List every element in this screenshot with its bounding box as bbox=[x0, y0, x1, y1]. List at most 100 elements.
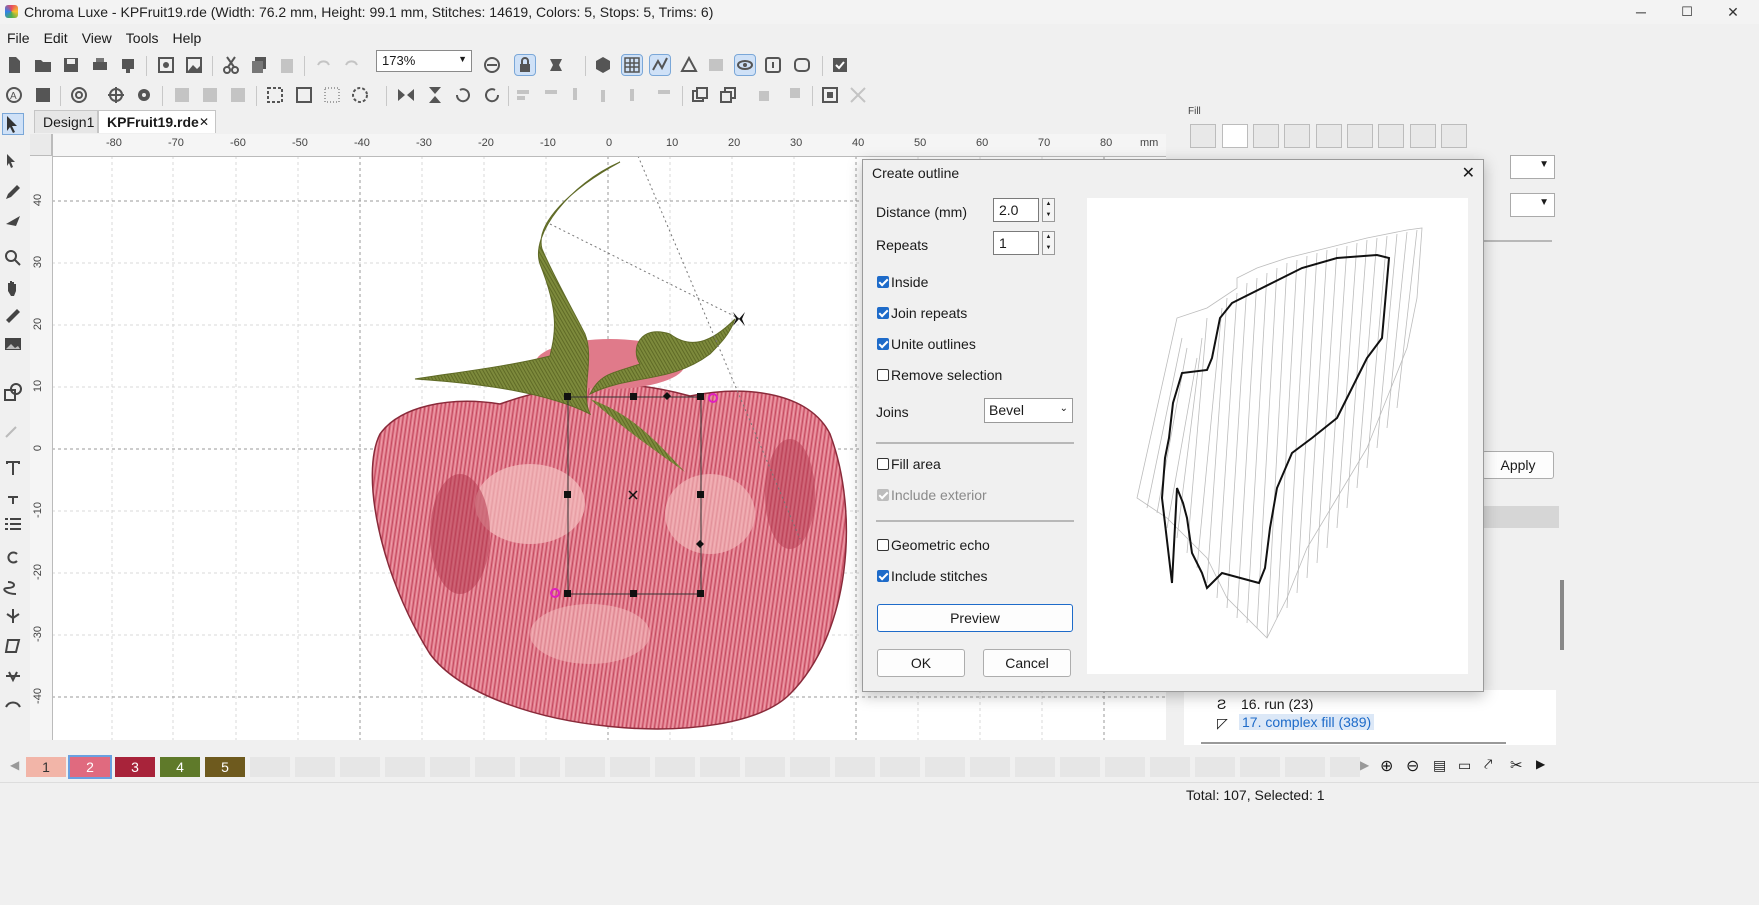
geometric-echo-checkbox[interactable] bbox=[877, 539, 889, 551]
inside-checkbox[interactable] bbox=[877, 276, 889, 288]
tab-design1[interactable]: Design1 bbox=[34, 110, 98, 133]
text-tool-icon[interactable] bbox=[3, 458, 23, 478]
menu-tools[interactable]: Tools bbox=[119, 26, 166, 50]
import-image-icon[interactable] bbox=[156, 55, 176, 75]
applique-icon[interactable] bbox=[3, 666, 23, 686]
copy-icon[interactable] bbox=[249, 55, 269, 75]
spiral-icon[interactable] bbox=[69, 85, 89, 105]
select-rect-icon[interactable] bbox=[265, 85, 285, 105]
shapes-icon[interactable] bbox=[3, 382, 23, 402]
tab-comment-icon[interactable] bbox=[1410, 124, 1436, 148]
color-swatch-5[interactable]: 5 bbox=[205, 757, 245, 777]
lasso-icon[interactable] bbox=[350, 85, 370, 105]
info-icon[interactable] bbox=[763, 55, 783, 75]
satin-stitch-icon[interactable] bbox=[3, 578, 23, 598]
tab-info-icon[interactable] bbox=[1190, 124, 1216, 148]
tab-kpfruit19[interactable]: KPFruit19.rde ✕ bbox=[98, 110, 216, 133]
3d-view-icon[interactable] bbox=[593, 55, 613, 75]
tab-settings-icon[interactable] bbox=[1347, 124, 1373, 148]
zoom-icon[interactable] bbox=[3, 248, 23, 268]
fit-to-hoop-icon[interactable] bbox=[820, 85, 840, 105]
save-icon[interactable] bbox=[61, 55, 81, 75]
gear-icon[interactable] bbox=[134, 85, 154, 105]
tree-item[interactable]: 16. run (23) bbox=[1241, 696, 1313, 712]
menu-edit[interactable]: Edit bbox=[37, 26, 75, 50]
print-icon[interactable] bbox=[90, 55, 110, 75]
remove-selection-checkbox[interactable] bbox=[877, 369, 889, 381]
tab-fill-icon[interactable] bbox=[1253, 124, 1279, 148]
send-backward-icon[interactable] bbox=[718, 85, 738, 105]
tree-item-selected[interactable]: 17. complex fill (389) bbox=[1239, 714, 1375, 730]
image-trace-icon[interactable] bbox=[33, 85, 53, 105]
color-swatch-1[interactable]: 1 bbox=[26, 757, 66, 777]
image-icon[interactable] bbox=[3, 334, 23, 354]
add-color-icon[interactable]: ⊕ bbox=[1380, 756, 1393, 776]
embroidery-machine-icon[interactable] bbox=[118, 55, 138, 75]
hoop-icon[interactable] bbox=[546, 55, 566, 75]
auto-digitize-icon[interactable]: A bbox=[4, 85, 24, 105]
needle-icon[interactable]: ⤤ bbox=[1484, 756, 1492, 773]
remove-color-icon[interactable]: ⊖ bbox=[1406, 756, 1419, 776]
cancel-button[interactable]: Cancel bbox=[983, 649, 1071, 677]
close-window-button[interactable]: ✕ bbox=[1710, 0, 1756, 24]
repeats-input[interactable]: 1 bbox=[993, 231, 1039, 255]
fabric-icon[interactable] bbox=[482, 55, 502, 75]
pan-hand-icon[interactable] bbox=[3, 278, 23, 298]
thread-chart-icon[interactable]: ▤ bbox=[1433, 757, 1446, 774]
include-stitches-checkbox[interactable] bbox=[877, 570, 889, 582]
run-stitch-icon[interactable] bbox=[3, 550, 23, 570]
lock-icon[interactable] bbox=[514, 54, 536, 76]
select-all-icon[interactable] bbox=[294, 85, 314, 105]
preview-button[interactable]: Preview bbox=[877, 604, 1073, 632]
join-repeats-checkbox[interactable] bbox=[877, 307, 889, 319]
distance-stepper[interactable]: ▲ ▼ bbox=[1042, 198, 1055, 222]
apply-button[interactable]: Apply bbox=[1482, 451, 1554, 479]
menu-view[interactable]: View bbox=[75, 26, 119, 50]
new-file-icon[interactable] bbox=[4, 55, 24, 75]
preview-eye-icon[interactable] bbox=[734, 54, 756, 76]
motif-icon[interactable] bbox=[3, 606, 23, 626]
knife-icon[interactable] bbox=[3, 210, 23, 230]
properties-icon[interactable] bbox=[830, 55, 850, 75]
fill-area-checkbox[interactable] bbox=[877, 458, 889, 470]
tab-effects-icon[interactable] bbox=[1316, 124, 1342, 148]
grid-icon[interactable] bbox=[621, 54, 643, 76]
repeats-stepper[interactable]: ▲ ▼ bbox=[1042, 231, 1055, 255]
select-stitches-icon[interactable] bbox=[322, 85, 342, 105]
joins-select[interactable]: Bevel ⌄ bbox=[984, 398, 1073, 423]
menu-file[interactable]: File bbox=[0, 26, 37, 50]
node-edit-icon[interactable] bbox=[3, 152, 23, 172]
scroll-right-icon[interactable]: ▶ bbox=[1360, 758, 1369, 772]
list-icon[interactable] bbox=[3, 514, 23, 534]
fill-tool-icon[interactable] bbox=[3, 636, 23, 656]
scroll-left-icon[interactable]: ◀ bbox=[10, 758, 19, 772]
stitch-points-icon[interactable] bbox=[649, 54, 671, 76]
tree-scrollbar[interactable] bbox=[1201, 742, 1506, 744]
scissors-icon[interactable]: ✂ bbox=[1510, 756, 1523, 774]
rotate-left-icon[interactable] bbox=[453, 85, 473, 105]
mirror-horizontal-icon[interactable] bbox=[396, 85, 416, 105]
cross-stitch-icon[interactable] bbox=[3, 692, 23, 712]
pen-icon[interactable] bbox=[3, 182, 23, 202]
menu-help[interactable]: Help bbox=[165, 26, 208, 50]
center-icon[interactable] bbox=[106, 85, 126, 105]
unite-outlines-checkbox[interactable] bbox=[877, 338, 889, 350]
select-arrow-icon[interactable] bbox=[2, 113, 24, 135]
color-swatch-3[interactable]: 3 bbox=[115, 757, 155, 777]
bring-forward-icon[interactable] bbox=[690, 85, 710, 105]
monitor-icon[interactable]: ▭ bbox=[1458, 757, 1471, 774]
picture-icon[interactable] bbox=[184, 55, 204, 75]
mirror-vertical-icon[interactable] bbox=[425, 85, 445, 105]
zoom-select[interactable]: 173% ▼ bbox=[376, 50, 472, 72]
ok-button[interactable]: OK bbox=[877, 649, 965, 677]
ruler-corner-icon[interactable] bbox=[30, 134, 52, 156]
panel-scrollbar[interactable] bbox=[1560, 580, 1564, 650]
cut-icon[interactable] bbox=[221, 55, 241, 75]
tab-thread-icon[interactable] bbox=[1222, 124, 1248, 148]
open-folder-icon[interactable] bbox=[33, 55, 53, 75]
monogram-icon[interactable] bbox=[3, 488, 23, 508]
color-swatch-4[interactable]: 4 bbox=[160, 757, 200, 777]
tab-pattern-icon[interactable] bbox=[1284, 124, 1310, 148]
tab-hat-icon[interactable] bbox=[1378, 124, 1404, 148]
measure-icon[interactable] bbox=[3, 306, 23, 326]
